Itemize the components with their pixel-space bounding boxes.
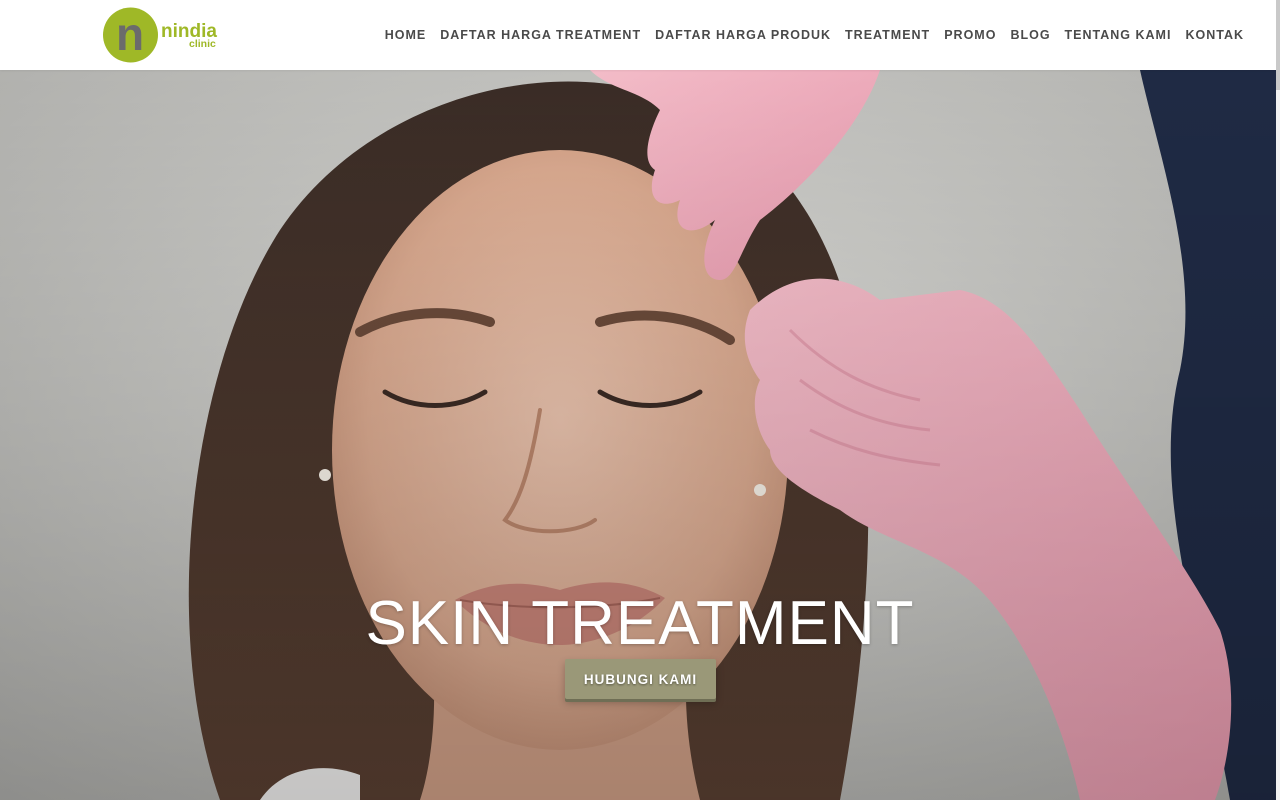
nav-blog[interactable]: BLOG: [1010, 28, 1050, 42]
hubungi-kami-button[interactable]: HUBUNGI KAMI: [565, 659, 716, 699]
nav-promo[interactable]: PROMO: [944, 28, 996, 42]
nav-kontak[interactable]: KONTAK: [1185, 28, 1244, 42]
nav-treatment[interactable]: TREATMENT: [845, 28, 930, 42]
logo-sub: clinic: [189, 38, 216, 50]
hero-banner: SKIN TREATMENT HUBUNGI KAMI: [0, 70, 1280, 800]
scrollbar-thumb[interactable]: [1276, 0, 1280, 90]
logo-initial: n: [116, 8, 144, 60]
site-header: n nindia clinic HOME DAFTAR HARGA TREATM…: [0, 0, 1280, 70]
nav-daftar-harga-produk[interactable]: DAFTAR HARGA PRODUK: [655, 28, 831, 42]
main-nav: HOME DAFTAR HARGA TREATMENT DAFTAR HARGA…: [385, 0, 1244, 70]
nav-tentang-kami[interactable]: TENTANG KAMI: [1065, 28, 1172, 42]
page-scrollbar[interactable]: [1276, 0, 1280, 800]
hero-title: SKIN TREATMENT: [365, 588, 915, 658]
nav-home[interactable]: HOME: [385, 28, 427, 42]
nav-daftar-harga-treatment[interactable]: DAFTAR HARGA TREATMENT: [440, 28, 641, 42]
logo-mark: n nindia clinic: [103, 7, 217, 63]
clinic-logo[interactable]: n nindia clinic: [102, 6, 222, 64]
